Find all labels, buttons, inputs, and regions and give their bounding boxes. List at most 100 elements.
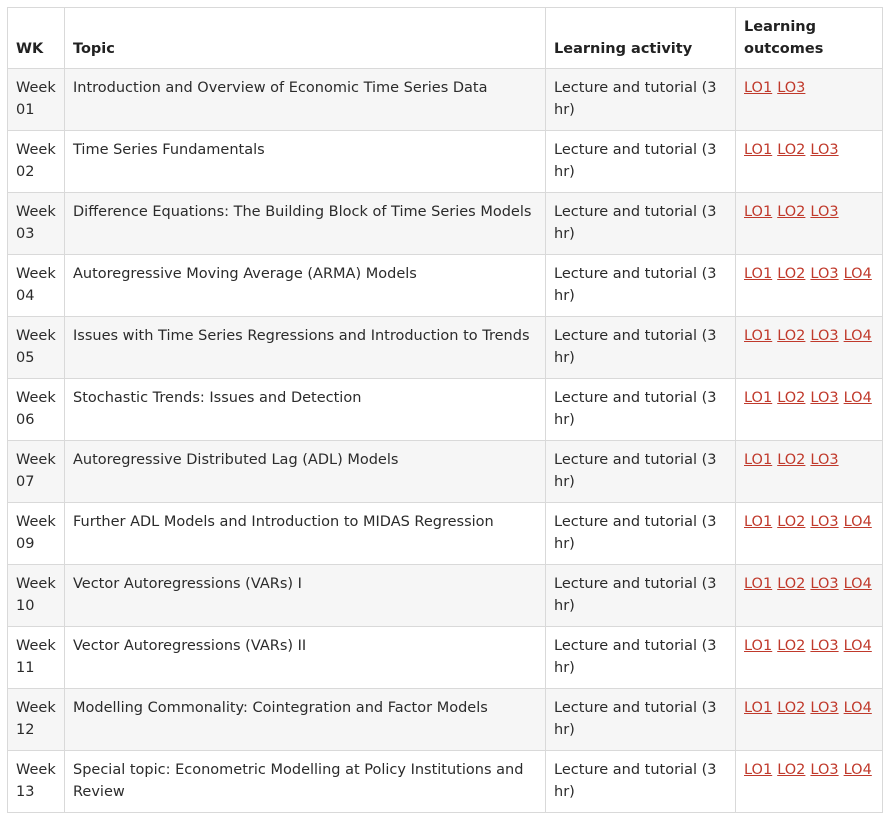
week-cell: Week 09	[7, 502, 65, 565]
schedule-table-container: WK Topic Learning activity Learning outc…	[7, 7, 883, 813]
table-header: WK Topic Learning activity Learning outc…	[7, 7, 883, 69]
week-cell: Week 04	[7, 254, 65, 317]
table-row: Week 04 Autoregressive Moving Average (AR…	[7, 254, 883, 317]
week-cell: Week 07	[7, 440, 65, 503]
learning-outcome-link[interactable]: LO4	[844, 700, 872, 716]
learning-outcome-link[interactable]: LO1	[744, 80, 772, 96]
week-cell: Week 02	[7, 130, 65, 193]
header-topic: Topic	[64, 7, 546, 69]
learning-outcome-link[interactable]: LO1	[744, 700, 772, 716]
learning-outcome-link[interactable]: LO2	[777, 390, 805, 406]
learning-outcomes-cell: LO1 LO2 LO3 LO4	[735, 316, 883, 379]
header-learning-outcomes: Learning outcomes	[735, 7, 883, 69]
learning-activity-cell: Lecture and tutorial (3 hr)	[545, 626, 736, 689]
learning-outcome-link[interactable]: LO2	[777, 452, 805, 468]
learning-activity-cell: Lecture and tutorial (3 hr)	[545, 440, 736, 503]
learning-outcome-link[interactable]: LO3	[810, 762, 838, 778]
learning-outcome-link[interactable]: LO1	[744, 576, 772, 592]
learning-outcome-link[interactable]: LO1	[744, 762, 772, 778]
learning-outcome-link[interactable]: LO1	[744, 142, 772, 158]
learning-outcome-link[interactable]: LO3	[810, 638, 838, 654]
header-wk: WK	[7, 7, 65, 69]
learning-outcome-link[interactable]: LO4	[844, 328, 872, 344]
learning-activity-cell: Lecture and tutorial (3 hr)	[545, 502, 736, 565]
table-row: Week 09 Further ADL Models and Introducti…	[7, 502, 883, 565]
table-row: Week 07 Autoregressive Distributed Lag (A…	[7, 440, 883, 503]
learning-outcome-link[interactable]: LO4	[844, 390, 872, 406]
learning-outcome-link[interactable]: LO1	[744, 204, 772, 220]
topic-cell: Time Series Fundamentals	[64, 130, 546, 193]
learning-outcome-link[interactable]: LO4	[844, 638, 872, 654]
learning-outcome-link[interactable]: LO3	[810, 390, 838, 406]
learning-outcome-link[interactable]: LO3	[810, 452, 838, 468]
header-row: WK Topic Learning activity Learning outc…	[7, 7, 883, 69]
week-cell: Week 03	[7, 192, 65, 255]
learning-outcome-link[interactable]: LO2	[777, 514, 805, 530]
table-row: Week 13 Special topic: Econometric Modell…	[7, 750, 883, 813]
learning-outcome-link[interactable]: LO4	[844, 266, 872, 282]
learning-outcome-link[interactable]: LO2	[777, 700, 805, 716]
learning-outcome-link[interactable]: LO1	[744, 452, 772, 468]
week-cell: Week 10	[7, 564, 65, 627]
learning-outcomes-cell: LO1 LO2 LO3	[735, 130, 883, 193]
topic-cell: Vector Autoregressions (VARs) II	[64, 626, 546, 689]
table-row: Week 10 Vector Autoregressions (VARs) I Le…	[7, 564, 883, 627]
learning-outcome-link[interactable]: LO1	[744, 638, 772, 654]
learning-outcomes-cell: LO1 LO2 LO3 LO4	[735, 626, 883, 689]
learning-activity-cell: Lecture and tutorial (3 hr)	[545, 192, 736, 255]
learning-outcome-link[interactable]: LO4	[844, 514, 872, 530]
learning-outcome-link[interactable]: LO1	[744, 514, 772, 530]
learning-outcome-link[interactable]: LO4	[844, 762, 872, 778]
learning-outcome-link[interactable]: LO2	[777, 762, 805, 778]
learning-outcomes-cell: LO1 LO3	[735, 68, 883, 131]
learning-outcome-link[interactable]: LO3	[810, 576, 838, 592]
learning-outcome-link[interactable]: LO4	[844, 576, 872, 592]
learning-outcomes-cell: LO1 LO2 LO3 LO4	[735, 750, 883, 813]
topic-cell: Difference Equations: The Building Block…	[64, 192, 546, 255]
week-cell: Week 12	[7, 688, 65, 751]
learning-outcome-link[interactable]: LO2	[777, 204, 805, 220]
topic-cell: Stochastic Trends: Issues and Detection	[64, 378, 546, 441]
learning-outcome-link[interactable]: LO3	[777, 80, 805, 96]
table-row: Week 12 Modelling Commonality: Cointegrat…	[7, 688, 883, 751]
table-body: Week 01 Introduction and Overview of Econ…	[7, 68, 883, 813]
week-cell: Week 01	[7, 68, 65, 131]
table-row: Week 05 Issues with Time Series Regressio…	[7, 316, 883, 379]
header-learning-activity: Learning activity	[545, 7, 736, 69]
learning-outcomes-cell: LO1 LO2 LO3 LO4	[735, 254, 883, 317]
learning-activity-cell: Lecture and tutorial (3 hr)	[545, 688, 736, 751]
learning-outcome-link[interactable]: LO2	[777, 638, 805, 654]
learning-outcome-link[interactable]: LO3	[810, 266, 838, 282]
learning-activity-cell: Lecture and tutorial (3 hr)	[545, 68, 736, 131]
learning-outcome-link[interactable]: LO1	[744, 390, 772, 406]
topic-cell: Special topic: Econometric Modelling at …	[64, 750, 546, 813]
learning-activity-cell: Lecture and tutorial (3 hr)	[545, 130, 736, 193]
learning-activity-cell: Lecture and tutorial (3 hr)	[545, 750, 736, 813]
week-cell: Week 05	[7, 316, 65, 379]
learning-outcome-link[interactable]: LO3	[810, 328, 838, 344]
topic-cell: Vector Autoregressions (VARs) I	[64, 564, 546, 627]
learning-activity-cell: Lecture and tutorial (3 hr)	[545, 254, 736, 317]
learning-outcome-link[interactable]: LO1	[744, 328, 772, 344]
week-cell: Week 13	[7, 750, 65, 813]
learning-outcome-link[interactable]: LO2	[777, 328, 805, 344]
learning-outcome-link[interactable]: LO2	[777, 266, 805, 282]
learning-outcome-link[interactable]: LO2	[777, 576, 805, 592]
table-row: Week 01 Introduction and Overview of Econ…	[7, 68, 883, 131]
topic-cell: Issues with Time Series Regressions and …	[64, 316, 546, 379]
table-row: Week 03 Difference Equations: The Buildin…	[7, 192, 883, 255]
learning-outcome-link[interactable]: LO3	[810, 142, 838, 158]
learning-outcomes-cell: LO1 LO2 LO3 LO4	[735, 688, 883, 751]
learning-outcomes-cell: LO1 LO2 LO3 LO4	[735, 502, 883, 565]
topic-cell: Modelling Commonality: Cointegration and…	[64, 688, 546, 751]
week-cell: Week 06	[7, 378, 65, 441]
learning-outcome-link[interactable]: LO2	[777, 142, 805, 158]
learning-outcome-link[interactable]: LO3	[810, 514, 838, 530]
learning-activity-cell: Lecture and tutorial (3 hr)	[545, 378, 736, 441]
learning-outcomes-cell: LO1 LO2 LO3	[735, 440, 883, 503]
topic-cell: Autoregressive Moving Average (ARMA) Mod…	[64, 254, 546, 317]
learning-outcomes-cell: LO1 LO2 LO3 LO4	[735, 564, 883, 627]
learning-outcome-link[interactable]: LO3	[810, 204, 838, 220]
learning-outcome-link[interactable]: LO1	[744, 266, 772, 282]
learning-outcome-link[interactable]: LO3	[810, 700, 838, 716]
